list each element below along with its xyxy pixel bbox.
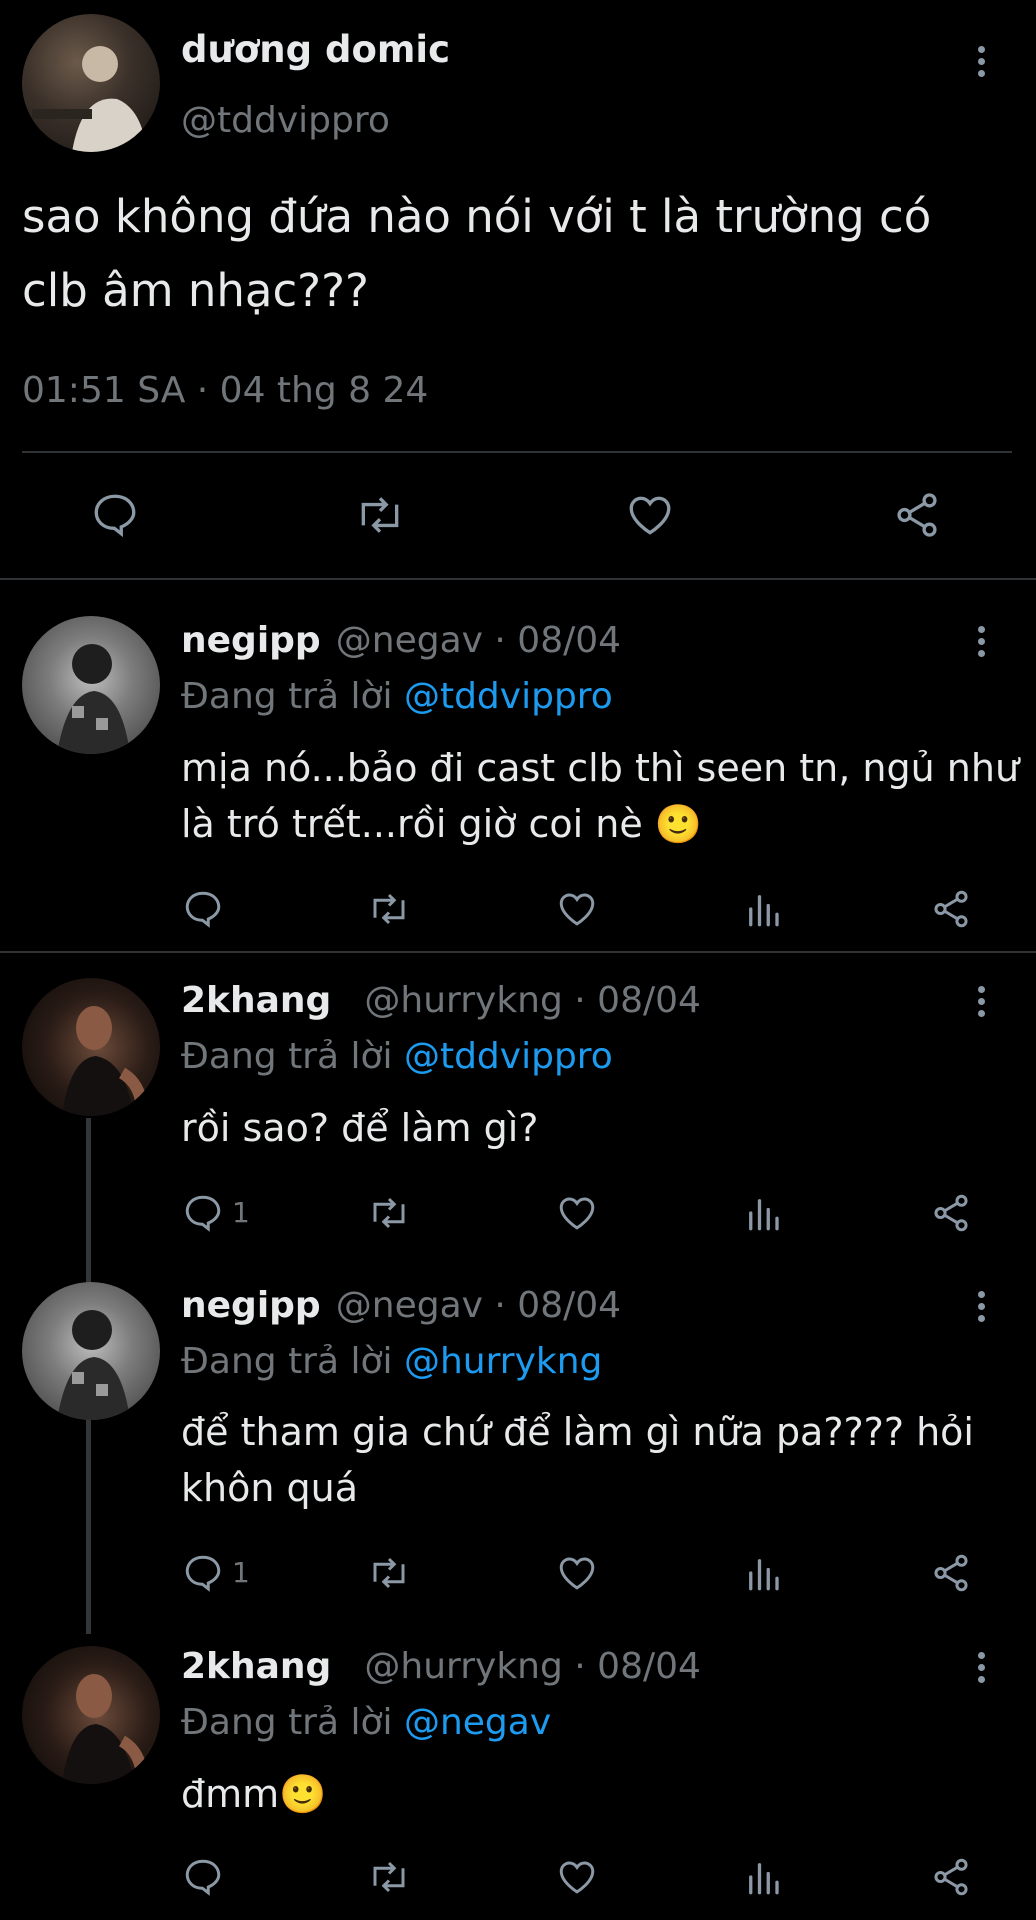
like-icon[interactable] [556,1856,598,1898]
reply-icon[interactable] [182,888,224,930]
reply-icon[interactable] [90,490,140,540]
like-icon[interactable] [556,1192,598,1234]
author-handle[interactable]: @tddvippro [181,100,390,141]
replying-to: Đang trả lời @tddvippro [181,676,613,717]
reply-icon[interactable] [182,1192,224,1234]
share-icon[interactable] [892,490,942,540]
reply-text-line: đmm🙂 [181,1772,327,1816]
more-icon[interactable] [974,1291,988,1331]
author-avatar[interactable] [22,14,160,152]
replying-to: Đang trả lời @hurrykng [181,1341,602,1382]
more-icon[interactable] [974,986,988,1026]
reply-text: rồi sao? để làm gì? [181,1100,538,1156]
mention-link[interactable]: @negav [404,1702,551,1743]
avatar[interactable] [22,1646,160,1784]
mention-link[interactable]: @tddvippro [404,676,613,717]
reply-text-line: để tham gia chứ để làm gì nữa pa???? hỏi [181,1410,974,1454]
retweet-icon[interactable] [366,888,412,930]
replying-label: Đang trả lời [181,1341,404,1382]
reply-text: đmm🙂 [181,1766,326,1822]
share-icon[interactable] [930,888,972,930]
like-icon[interactable] [624,490,676,540]
divider [0,578,1036,580]
replying-label: Đang trả lời [181,676,404,717]
tweet-text: sao không đứa nào nói với t là trường có… [22,180,931,328]
reply-text-line: khôn quá [181,1466,358,1510]
reply-meta[interactable]: @negav · 08/04 [336,1285,621,1326]
author-name[interactable]: dương domic [181,28,450,71]
tweet-text-line: clb âm nhạc??? [22,264,369,317]
avatar[interactable] [22,978,160,1116]
reply-author-name[interactable]: 2khang [181,1646,331,1687]
tweet-timestamp[interactable]: 01:51 SA · 04 thg 8 24 [22,370,428,411]
mention-link[interactable]: @hurrykng [404,1341,602,1382]
reply-count: 1 [232,1196,250,1229]
replying-label: Đang trả lời [181,1036,404,1077]
reply-icon[interactable] [182,1856,224,1898]
avatar[interactable] [22,616,160,754]
reply-text-line: rồi sao? để làm gì? [181,1106,539,1150]
share-icon[interactable] [930,1552,972,1594]
divider [0,951,1036,953]
tweet-text-line: sao không đứa nào nói với t là trường có [22,190,932,243]
share-icon[interactable] [930,1856,972,1898]
reply-meta[interactable]: @hurrykng · 08/04 [364,1646,701,1687]
views-icon[interactable] [744,1856,782,1898]
reply-header: 2khang @hurrykng · 08/04 [181,980,701,1021]
more-icon[interactable] [974,46,988,86]
reply-text: để tham gia chứ để làm gì nữa pa???? hỏi… [181,1404,974,1516]
reply-text: mịa nó...bảo đi cast clb thì seen tn, ng… [181,740,1019,852]
divider [22,451,1012,453]
reply-text-line: mịa nó...bảo đi cast clb thì seen tn, ng… [181,746,1020,790]
reply-meta[interactable]: @hurrykng · 08/04 [364,980,701,1021]
replying-label: Đang trả lời [181,1702,404,1743]
like-icon[interactable] [556,1552,598,1594]
reply-count: 1 [232,1556,250,1589]
retweet-icon[interactable] [366,1192,412,1234]
avatar[interactable] [22,1282,160,1420]
reply-icon[interactable] [182,1552,224,1594]
like-icon[interactable] [556,888,598,930]
views-icon[interactable] [744,1192,782,1234]
reply-header: negipp @negav · 08/04 [181,620,621,661]
mention-link[interactable]: @tddvippro [404,1036,613,1077]
reply-author-name[interactable]: 2khang [181,980,331,1021]
reply-author-name[interactable]: negipp [181,1285,321,1326]
retweet-icon[interactable] [366,1552,412,1594]
retweet-icon[interactable] [352,490,408,540]
replying-to: Đang trả lời @negav [181,1702,551,1743]
reply-author-name[interactable]: negipp [181,620,321,661]
more-icon[interactable] [974,1652,988,1692]
replying-to: Đang trả lời @tddvippro [181,1036,613,1077]
reply-header: negipp @negav · 08/04 [181,1285,621,1326]
share-icon[interactable] [930,1192,972,1234]
reply-header: 2khang @hurrykng · 08/04 [181,1646,701,1687]
more-icon[interactable] [974,626,988,666]
views-icon[interactable] [744,888,782,930]
retweet-icon[interactable] [366,1856,412,1898]
reply-meta[interactable]: @negav · 08/04 [336,620,621,661]
views-icon[interactable] [744,1552,782,1594]
reply-text-line: là tró trết...rồi giờ coi nè 🙂 [181,802,703,846]
